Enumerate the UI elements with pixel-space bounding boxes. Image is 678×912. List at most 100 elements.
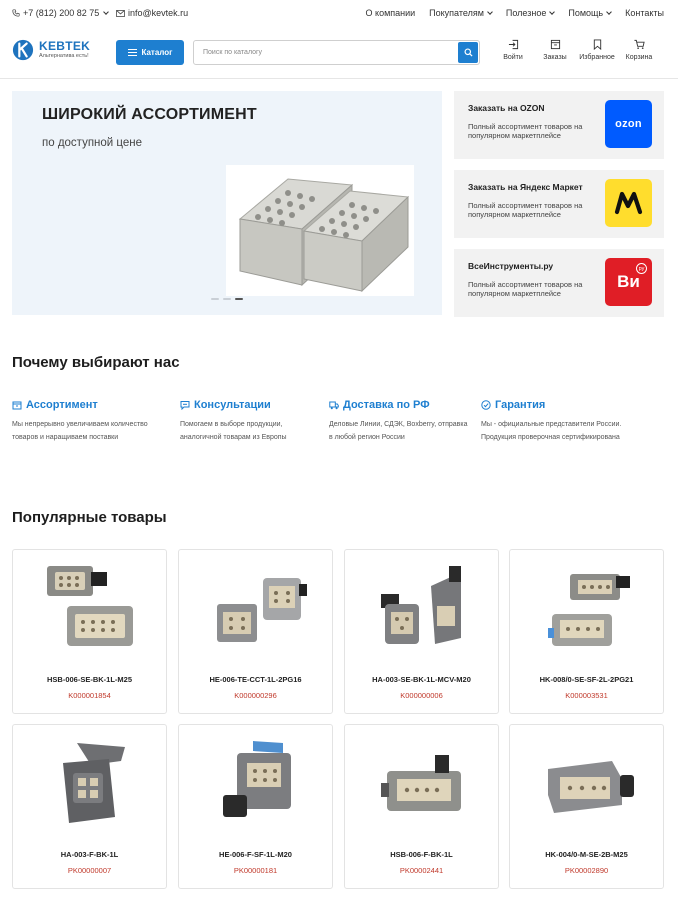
feature-title: Гарантия <box>481 399 656 411</box>
search-input[interactable] <box>194 41 444 64</box>
feature-title-text: Консультации <box>194 399 271 411</box>
product-sku: K000000296 <box>234 691 277 700</box>
product-sku: K000001854 <box>68 691 111 700</box>
product-image <box>223 741 291 817</box>
feature-consultations: Консультации Помогаем в выборе продукции… <box>180 399 320 444</box>
slider-dot-active[interactable] <box>235 298 243 300</box>
nav-link-label: О компании <box>365 8 416 18</box>
vseinstrumenti-logo-icon: Ви ру <box>605 258 652 306</box>
feature-desc: Мы непрерывно увеличиваем количество тов… <box>12 421 148 441</box>
product-sku: PK00002441 <box>399 866 444 875</box>
cart-button[interactable]: Корзина <box>618 39 660 61</box>
feature-title-text: Гарантия <box>495 399 546 411</box>
product-name: HE-006-TE-CCT-1L-2PG16 <box>209 675 302 684</box>
feature-title-text: Доставка по РФ <box>343 399 430 411</box>
mail-icon <box>116 9 125 17</box>
product-image <box>47 566 133 646</box>
marketplace-desc: Полный ассортимент товаров на популярном… <box>468 122 583 140</box>
yandex-market-logo-icon <box>605 179 652 227</box>
login-button[interactable]: Войти <box>492 39 534 61</box>
vseinstrumenti-logo-badge: ру <box>636 263 647 274</box>
product-image <box>548 574 630 646</box>
marketplace-card-vseinstrumenti[interactable]: ВсеИнструменты.ру Полный ассортимент тов… <box>454 249 664 317</box>
product-card[interactable]: HSB-006-F-BK-1L PK00002441 <box>344 724 499 889</box>
product-sku: K000000006 <box>400 691 443 700</box>
box-icon <box>12 401 22 410</box>
search-button[interactable] <box>458 42 478 63</box>
feature-assortment: Ассортимент Мы непрерывно увеличиваем ко… <box>12 399 152 444</box>
product-name: HSB-006-SE-BK-1L-M25 <box>46 675 133 684</box>
chevron-down-icon <box>103 8 110 15</box>
catalog-button[interactable]: Каталог <box>116 40 184 65</box>
feature-title-text: Ассортимент <box>26 399 98 411</box>
logo-name: KEBTEK <box>39 39 91 53</box>
check-circle-icon <box>481 400 491 410</box>
hero-title: ШИРОКИЙ АССОРТИМЕНТ <box>42 106 257 123</box>
ozon-logo-text: ozon <box>615 118 642 130</box>
hero-banner[interactable]: ШИРОКИЙ АССОРТИМЕНТ по доступной цене <box>12 91 442 315</box>
site-logo[interactable]: KEBTEK Альтернатива есть! <box>12 39 90 61</box>
feature-title: Консультации <box>180 399 320 411</box>
popular-heading: Популярные товары <box>12 509 167 526</box>
marketplace-card-yandex[interactable]: Заказать на Яндекс Маркет Полный ассорти… <box>454 170 664 238</box>
feature-desc: Мы - официальные представители России. П… <box>481 421 622 441</box>
phone-link[interactable]: +7 (812) 200 82 75 <box>12 8 110 18</box>
logo-tagline: Альтернатива есть! <box>39 53 89 59</box>
chevron-down-icon <box>487 8 493 15</box>
marketplace-desc: Полный ассортимент товаров на популярном… <box>468 201 583 219</box>
nav-link-useful[interactable]: Полезное <box>505 8 556 18</box>
product-sku: PK00002890 <box>564 866 609 875</box>
feature-desc: Помогаем в выборе продукции, аналогичной… <box>180 421 287 441</box>
top-nav: О компании Покупателям Полезное Помощь К… <box>366 8 664 18</box>
nav-link-label: Полезное <box>505 8 547 18</box>
marketplace-title: Заказать на OZON <box>468 103 545 113</box>
product-card[interactable]: HK-008/0-SE-SF-2L-2PG21 K000003531 <box>509 549 664 714</box>
login-icon <box>508 39 518 50</box>
nav-link-help[interactable]: Помощь <box>568 8 612 18</box>
catalog-button-label: Каталог <box>141 48 173 57</box>
product-name: HA-003-F-BK-1L <box>60 850 119 859</box>
chevron-down-icon <box>606 8 612 15</box>
hero-subtitle: по доступной цене <box>42 137 143 149</box>
product-card[interactable]: HA-003-F-BK-1L PK00000007 <box>12 724 167 889</box>
favorites-label: Избранное <box>579 54 615 61</box>
product-name: HA-003-SE-BK-1L-MCV-M20 <box>372 675 471 684</box>
product-sku: PK00000007 <box>67 866 112 875</box>
nav-link-contacts[interactable]: Контакты <box>625 8 664 18</box>
hero-connector-image <box>226 165 414 296</box>
top-bar: +7 (812) 200 82 75 info@kevtek.ru О комп… <box>0 0 678 27</box>
marketplace-desc: Полный ассортимент товаров на популярном… <box>468 280 583 298</box>
product-card[interactable]: HE-006-F-SF-1L-M20 PK00000181 <box>178 724 333 889</box>
phone-number: +7 (812) 200 82 75 <box>23 8 100 18</box>
slider-dot[interactable] <box>211 298 219 300</box>
truck-icon <box>329 401 339 410</box>
feature-title: Ассортимент <box>12 399 152 411</box>
product-card[interactable]: HE-006-TE-CCT-1L-2PG16 K000000296 <box>178 549 333 714</box>
product-name: HK-004/0-M-SE-2B-M25 <box>545 850 628 859</box>
product-card[interactable]: HK-004/0-M-SE-2B-M25 PK00002890 <box>509 724 664 889</box>
orders-button[interactable]: Заказы <box>534 39 576 61</box>
bookmark-icon <box>593 39 601 50</box>
login-label: Войти <box>503 54 523 61</box>
email-address: info@kevtek.ru <box>128 8 189 18</box>
logo-mark-icon <box>12 39 34 61</box>
cart-icon <box>633 39 645 49</box>
menu-icon <box>127 49 137 56</box>
marketplace-title: ВсеИнструменты.ру <box>468 261 554 271</box>
site-header: KEBTEK Альтернатива есть! Каталог Войти … <box>0 27 678 79</box>
feature-desc: Деловые Линии, СДЭК, Boxberry, отправка … <box>329 421 468 441</box>
nav-link-label: Покупателям <box>429 8 484 18</box>
product-card[interactable]: HA-003-SE-BK-1L-MCV-M20 K000000006 <box>344 549 499 714</box>
why-us-heading: Почему выбирают нас <box>12 354 180 371</box>
nav-link-about[interactable]: О компании <box>366 8 416 18</box>
marketplace-card-ozon[interactable]: Заказать на OZON Полный ассортимент това… <box>454 91 664 159</box>
nav-link-customers[interactable]: Покупателям <box>429 8 493 18</box>
cart-label: Корзина <box>625 54 653 61</box>
product-card[interactable]: HSB-006-SE-BK-1L-M25 K000001854 <box>12 549 167 714</box>
ozon-logo-icon: ozon <box>605 100 652 148</box>
email-link[interactable]: info@kevtek.ru <box>116 8 188 18</box>
slider-dot[interactable] <box>223 298 231 300</box>
product-name: HSB-006-F-BK-1L <box>390 850 453 859</box>
favorites-button[interactable]: Избранное <box>576 39 618 61</box>
phone-icon <box>12 9 20 17</box>
